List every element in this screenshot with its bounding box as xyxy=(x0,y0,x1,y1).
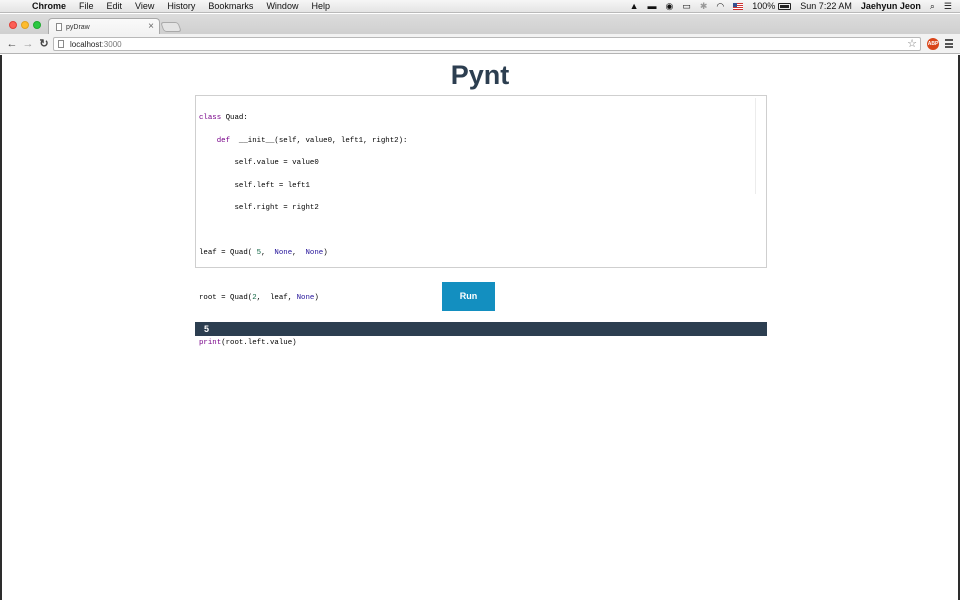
close-window-button[interactable] xyxy=(9,21,17,29)
page-icon xyxy=(58,40,64,48)
menu-bookmarks[interactable]: Bookmarks xyxy=(208,0,253,13)
code-text: root = Quad( xyxy=(199,294,253,302)
menu-file[interactable]: File xyxy=(79,0,94,13)
macos-menu-bar: Chrome File Edit View History Bookmarks … xyxy=(0,0,960,13)
page-icon xyxy=(56,23,62,31)
clock[interactable]: Sun 7:22 AM xyxy=(800,0,852,13)
pill-icon[interactable]: ▬ xyxy=(647,0,656,13)
menu-app-name[interactable]: Chrome xyxy=(32,0,66,13)
code-line: def __init__(self, value0, left1, right2… xyxy=(199,136,408,146)
timemachine-icon[interactable]: ◉ xyxy=(665,0,673,13)
menu-window[interactable]: Window xyxy=(266,0,298,13)
user-name[interactable]: Jaehyun Jeon xyxy=(861,0,921,13)
status-tray: ▲ ▬ ◉ ▭ ✱ ◠ 100% Sun 7:22 AM Jaehyun Jeo… xyxy=(621,0,960,13)
code-text: self.left = left1 xyxy=(199,181,310,190)
code-text: (root.left.value) xyxy=(221,339,297,347)
tab-strip: pyDraw × xyxy=(0,14,960,35)
address-bar[interactable]: localhost:3000 ☆ xyxy=(53,37,921,51)
zoom-window-button[interactable] xyxy=(33,21,41,29)
code-line: self.value = value0 xyxy=(199,159,407,168)
input-flag-icon[interactable] xyxy=(733,0,744,13)
notification-center-icon[interactable]: ☰ xyxy=(944,0,952,13)
editor-scrollbar[interactable] xyxy=(755,98,756,194)
page-viewport: Pynt class Quad: def __init__(self, valu… xyxy=(2,55,958,600)
code-text: , leaf, xyxy=(256,294,297,302)
bluetooth-icon[interactable]: ✱ xyxy=(700,0,708,13)
code-atom: None xyxy=(274,249,293,257)
code-text: Quad: xyxy=(221,114,248,122)
browser-toolbar: ← → ↻ localhost:3000 ☆ ABP xyxy=(0,34,960,54)
code-line: self.left = left1 xyxy=(199,181,407,191)
code-text: ) xyxy=(314,294,319,302)
close-icon[interactable]: × xyxy=(148,21,154,33)
back-arrow-icon[interactable]: ← xyxy=(6,38,18,50)
code-builtin: print xyxy=(199,339,222,347)
tab-pydraw[interactable]: pyDraw × xyxy=(48,18,160,35)
code-editor[interactable]: class Quad: def __init__(self, value0, l… xyxy=(195,95,767,347)
code-text: __init__(self, value0, left1, right2): xyxy=(230,136,408,145)
new-tab-button[interactable] xyxy=(160,22,182,32)
url-port: :3000 xyxy=(101,40,122,49)
run-button[interactable]: Run xyxy=(442,282,495,311)
code-atom: None xyxy=(305,249,324,257)
code-line: self.right = right2 xyxy=(199,204,407,213)
extension-icon[interactable]: ABP xyxy=(927,38,939,50)
code-line: class Quad: xyxy=(199,114,407,123)
code-text: leaf = Quad( xyxy=(199,249,257,257)
menu-view[interactable]: View xyxy=(135,0,154,13)
drive-icon[interactable]: ▲ xyxy=(630,0,639,13)
battery-icon[interactable] xyxy=(778,0,792,13)
code-keyword: def xyxy=(199,136,231,145)
output-panel: 5 xyxy=(195,322,767,336)
code-line: root = Quad(2, leaf, None) xyxy=(199,294,407,303)
code-line: leaf = Quad( 5, None, None) xyxy=(199,249,407,258)
code-line: print(root.left.value) xyxy=(199,339,407,348)
airplay-icon[interactable]: ▭ xyxy=(682,0,691,13)
battery-percent[interactable]: 100% xyxy=(752,0,775,13)
code-text: self.right = right2 xyxy=(199,204,319,212)
spotlight-icon[interactable]: ⌕ xyxy=(930,0,935,13)
url-host: localhost xyxy=(70,40,102,49)
code-text: , xyxy=(292,249,306,257)
menu-history[interactable]: History xyxy=(167,0,195,13)
code-atom: None xyxy=(296,294,315,302)
bookmark-star-icon[interactable]: ☆ xyxy=(907,38,917,50)
page-title: Pynt xyxy=(450,60,510,90)
wifi-icon[interactable]: ◠ xyxy=(716,0,724,13)
forward-arrow-icon[interactable]: → xyxy=(22,38,34,50)
chrome-menu-icon[interactable] xyxy=(945,39,953,48)
code-text: ) xyxy=(323,249,328,257)
menu-edit[interactable]: Edit xyxy=(107,0,123,13)
reload-icon[interactable]: ↻ xyxy=(38,38,50,50)
code-text: self.value = value0 xyxy=(199,159,319,167)
code-keyword: class xyxy=(199,114,222,122)
tab-title: pyDraw xyxy=(66,24,90,31)
url-text[interactable]: localhost:3000 xyxy=(70,40,122,49)
minimize-window-button[interactable] xyxy=(21,21,29,29)
menu-help[interactable]: Help xyxy=(311,0,330,13)
code-text: , xyxy=(261,249,275,257)
